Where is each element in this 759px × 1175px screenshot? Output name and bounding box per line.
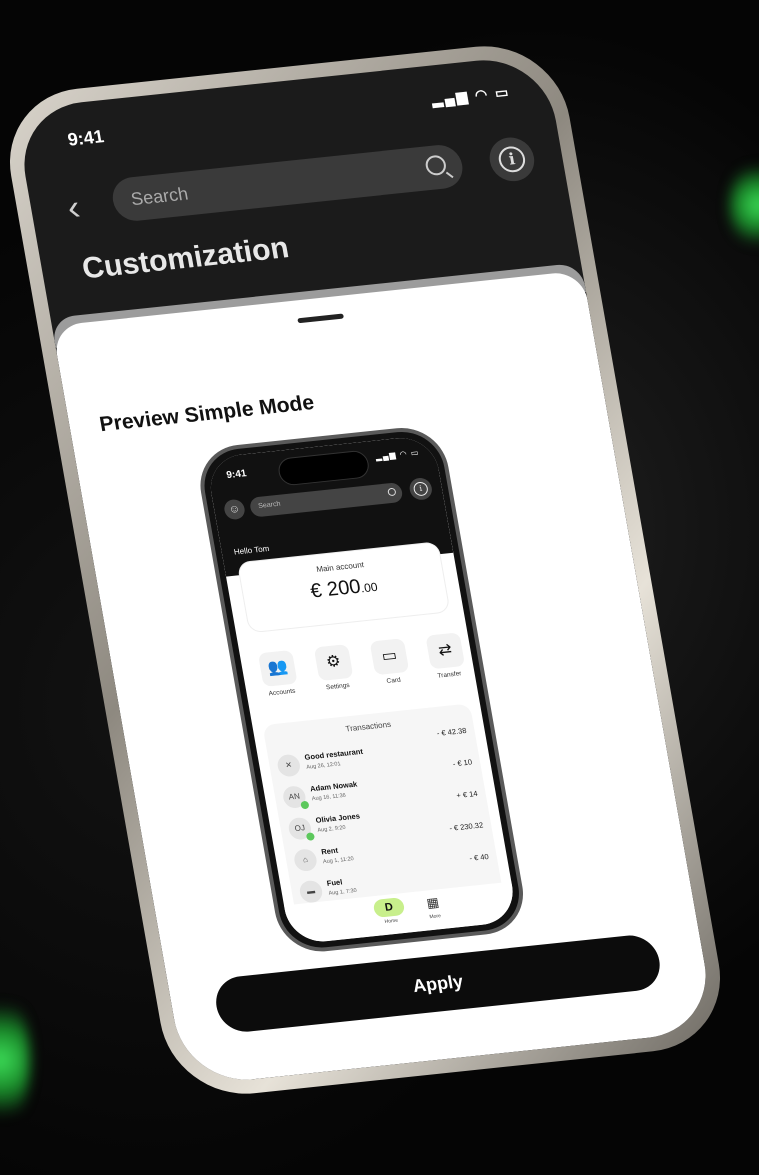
transaction-date: Aug 16, 11:36	[311, 792, 347, 803]
transaction-name: Good restaurant	[303, 746, 364, 762]
sheet-drag-handle[interactable]	[297, 313, 344, 324]
users-icon: 👥	[257, 649, 298, 687]
search-placeholder: Search	[129, 183, 190, 210]
nav-home-label: Home	[384, 917, 399, 925]
transaction-date: Aug 2, 9:20	[317, 824, 347, 834]
preview-title: Preview Simple Mode	[97, 391, 316, 437]
chevron-left-icon[interactable]: ‹	[64, 186, 83, 228]
greeting: Hello Tom	[233, 544, 271, 557]
nav-more-label: More	[429, 913, 442, 921]
transaction-name: Fuel	[326, 877, 344, 888]
action-label: Card	[386, 676, 402, 686]
transaction-date: Aug 1, 11:20	[322, 856, 355, 866]
status-time: 9:41	[66, 126, 106, 150]
info-button[interactable]: i	[486, 135, 538, 184]
avatar-initials: OJ	[293, 823, 306, 834]
bottom-sheet: Preview Simple Mode 9:41 ▂▄▆ ◠ ▭ ☺ Searc…	[51, 270, 717, 1087]
action-label: Transfer	[436, 670, 463, 680]
transaction-name: Olivia Jones	[314, 811, 361, 825]
nav-home: D Home	[372, 897, 406, 926]
preview-screen: 9:41 ▂▄▆ ◠ ▭ ☺ Search i Hello Tom Main a	[205, 434, 519, 945]
quick-actions: 👥 Accounts ⚙ Settings ▭ Card ⇄ Transfer	[250, 632, 468, 714]
preview-search-placeholder: Search	[257, 500, 282, 510]
card-icon: ▭	[369, 638, 410, 676]
avatar-initials-icon: OJ	[287, 816, 316, 841]
preview-search-icon	[387, 487, 397, 497]
transaction-date: Aug 26, 12:01	[305, 761, 342, 771]
home-logo-icon: D	[372, 897, 406, 918]
verified-badge-icon	[300, 800, 310, 810]
utensils-icon: ✕	[275, 753, 302, 778]
top-bar: ‹ Search i	[63, 135, 538, 231]
transaction-name: Rent	[320, 845, 339, 857]
search-input[interactable]: Search	[109, 142, 466, 223]
preview-info-icon: i	[412, 481, 429, 497]
avatar-initials-icon: AN	[281, 785, 310, 810]
action-label: Settings	[325, 682, 351, 692]
preview-signal-icon: ▂▄▆ ◠ ▭	[374, 448, 421, 462]
avatar-initials: AN	[287, 791, 301, 802]
signal-wifi-battery-icon: ▂▄▆ ◠ ▭	[430, 83, 512, 108]
grid-icon: ▦	[425, 894, 441, 911]
gear-icon: ⚙	[313, 644, 354, 682]
action-transfer: ⇄ Transfer	[417, 631, 475, 681]
dynamic-island	[276, 449, 371, 487]
nav-more: ▦ More	[422, 893, 444, 920]
verified-badge-icon	[305, 832, 316, 841]
action-card: ▭ Card	[362, 637, 420, 687]
transaction-amount: - € 42.38	[436, 725, 468, 738]
transaction-date: Aug 1, 7:30	[328, 887, 358, 897]
transaction-amount: - € 10	[452, 757, 473, 769]
preview-status-time: 9:41	[225, 468, 248, 482]
search-icon[interactable]	[424, 154, 448, 177]
balance-cents: .00	[359, 579, 379, 596]
transaction-name: Adam Nowak	[309, 779, 358, 794]
car-icon: ▬	[298, 879, 324, 904]
balance-main: € 200	[308, 575, 363, 603]
action-accounts: 👥 Accounts	[250, 649, 308, 699]
user-icon: ☺	[222, 498, 247, 521]
preview-info-button: i	[407, 476, 434, 501]
action-settings: ⚙ Settings	[306, 643, 364, 693]
apply-button[interactable]: Apply	[211, 932, 665, 1035]
page-title: Customization	[79, 231, 292, 286]
action-label: Accounts	[268, 687, 296, 698]
preview-phone: 9:41 ▂▄▆ ◠ ▭ ☺ Search i Hello Tom Main a	[193, 423, 530, 956]
preview-search-input: Search	[248, 482, 404, 518]
transaction-amount: - € 40	[468, 851, 490, 863]
home-icon: ⌂	[292, 848, 319, 873]
transfer-icon: ⇄	[425, 632, 466, 670]
transaction-amount: + € 14	[455, 788, 479, 801]
info-icon: i	[496, 145, 528, 174]
